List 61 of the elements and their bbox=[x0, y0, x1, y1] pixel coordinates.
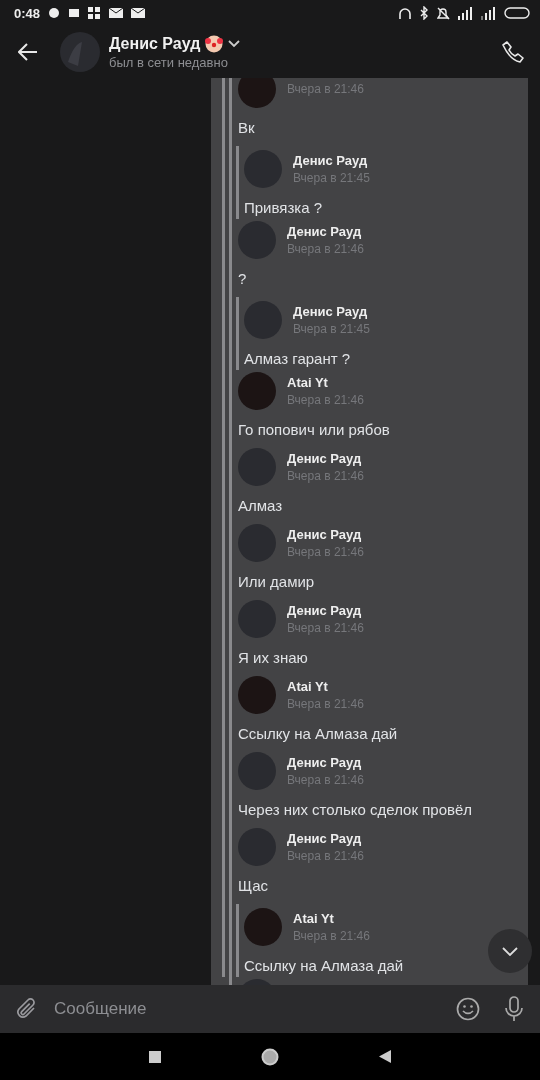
message-text: ? bbox=[238, 269, 248, 289]
message-input[interactable]: Сообщение bbox=[52, 998, 442, 1020]
message-text: Вк bbox=[238, 118, 256, 138]
sender-name[interactable]: Atai Yt bbox=[293, 911, 370, 926]
smiley-icon[interactable] bbox=[456, 997, 480, 1021]
signal-icon bbox=[481, 6, 496, 20]
bluetooth-icon bbox=[420, 6, 429, 20]
message-bar[interactable]: Сообщение bbox=[0, 985, 540, 1033]
mail-icon bbox=[109, 8, 124, 18]
sender-name[interactable]: Денис Рауд bbox=[287, 451, 364, 466]
sender-name[interactable]: Денис Рауд bbox=[287, 603, 364, 618]
avatar-icon[interactable] bbox=[238, 828, 276, 866]
message-text: Го попович или рябов bbox=[238, 420, 391, 440]
paperclip-icon[interactable] bbox=[16, 997, 38, 1021]
sender-name[interactable]: Atai Yt bbox=[287, 375, 364, 390]
message-text: Щас bbox=[238, 876, 270, 896]
sender-name[interactable]: Денис Рауд bbox=[287, 755, 364, 770]
sender-name[interactable]: Денис Рауд bbox=[293, 153, 370, 168]
recents-icon[interactable] bbox=[149, 1050, 161, 1063]
sender-name[interactable]: Денис Рауд bbox=[287, 224, 364, 239]
chevron-down-icon bbox=[502, 946, 518, 956]
avatar-icon[interactable] bbox=[238, 524, 276, 562]
avatar-icon[interactable] bbox=[238, 221, 276, 259]
avatar-icon[interactable] bbox=[60, 32, 100, 72]
battery-icon bbox=[504, 7, 530, 19]
microphone-icon[interactable] bbox=[504, 996, 524, 1022]
sender-name[interactable]: Денис Рауд bbox=[287, 831, 364, 846]
message-text: Я их знаю bbox=[238, 648, 309, 668]
avatar-icon[interactable] bbox=[238, 78, 276, 108]
message-text: Алмаз гарант ? bbox=[244, 349, 352, 369]
avatar-icon[interactable] bbox=[238, 752, 276, 790]
avatar-icon[interactable] bbox=[238, 600, 276, 638]
headphones-icon bbox=[398, 6, 412, 20]
message-text: Ссылку на Алмаза дай bbox=[244, 956, 405, 976]
muted-bell-icon bbox=[437, 6, 450, 20]
back-icon[interactable] bbox=[379, 1050, 391, 1063]
message-text: Или дамир bbox=[238, 572, 316, 592]
phone-icon[interactable] bbox=[502, 41, 524, 63]
avatar-icon[interactable] bbox=[238, 676, 276, 714]
avatar-icon[interactable] bbox=[244, 150, 282, 188]
contact-name[interactable]: Денис Рауд bbox=[109, 34, 201, 53]
home-icon[interactable] bbox=[261, 1047, 279, 1066]
emoji-icon bbox=[205, 34, 224, 53]
chevron-down-icon[interactable] bbox=[228, 39, 241, 48]
avatar-icon[interactable] bbox=[238, 448, 276, 486]
sender-name[interactable]: Денис Рауд bbox=[293, 304, 370, 319]
message-text: Через них столько сделок провёл bbox=[238, 800, 474, 820]
message-text: Алмаз bbox=[238, 496, 284, 516]
last-seen-status: был в сети недавно bbox=[109, 54, 229, 70]
status-time: 0:48 bbox=[14, 5, 41, 21]
grid-icon bbox=[88, 6, 102, 20]
signal-icon bbox=[458, 6, 473, 20]
avatar-icon[interactable] bbox=[244, 908, 282, 946]
sender-name[interactable]: Денис Рауд bbox=[287, 527, 364, 542]
back-arrow-icon[interactable] bbox=[18, 43, 38, 61]
avatar-icon[interactable] bbox=[244, 301, 282, 339]
message-text: Ссылку на Алмаза дай bbox=[238, 724, 399, 744]
sender-name[interactable]: Atai Yt bbox=[287, 679, 364, 694]
message-text: Привязка ? bbox=[244, 198, 324, 218]
avatar-icon[interactable] bbox=[238, 372, 276, 410]
mail-icon bbox=[131, 8, 146, 18]
